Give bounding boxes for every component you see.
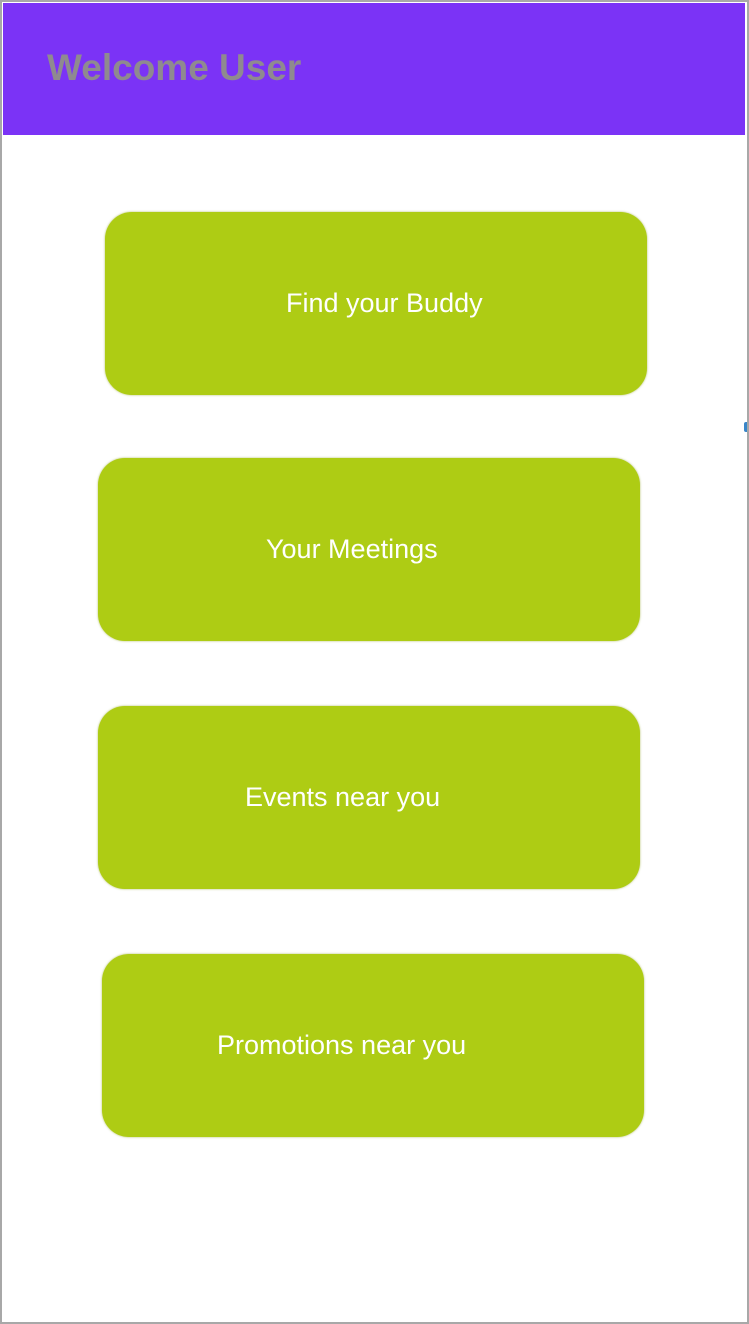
- find-buddy-label: Find your Buddy: [286, 288, 483, 318]
- edge-indicator: [744, 422, 747, 432]
- app-screen: Welcome User Find your Buddy Your Meetin…: [0, 0, 749, 1324]
- promotions-near-you-label: Promotions near you: [217, 1030, 467, 1060]
- your-meetings-button[interactable]: Your Meetings: [98, 458, 640, 641]
- find-buddy-button[interactable]: Find your Buddy: [105, 212, 647, 395]
- promotions-near-you-button[interactable]: Promotions near you: [102, 954, 644, 1137]
- events-near-you-label: Events near you: [245, 782, 441, 812]
- events-near-you-button[interactable]: Events near you: [98, 706, 640, 889]
- page-title: Welcome User: [47, 47, 302, 88]
- app-header-bar: Welcome User: [3, 3, 745, 135]
- your-meetings-label: Your Meetings: [266, 534, 438, 564]
